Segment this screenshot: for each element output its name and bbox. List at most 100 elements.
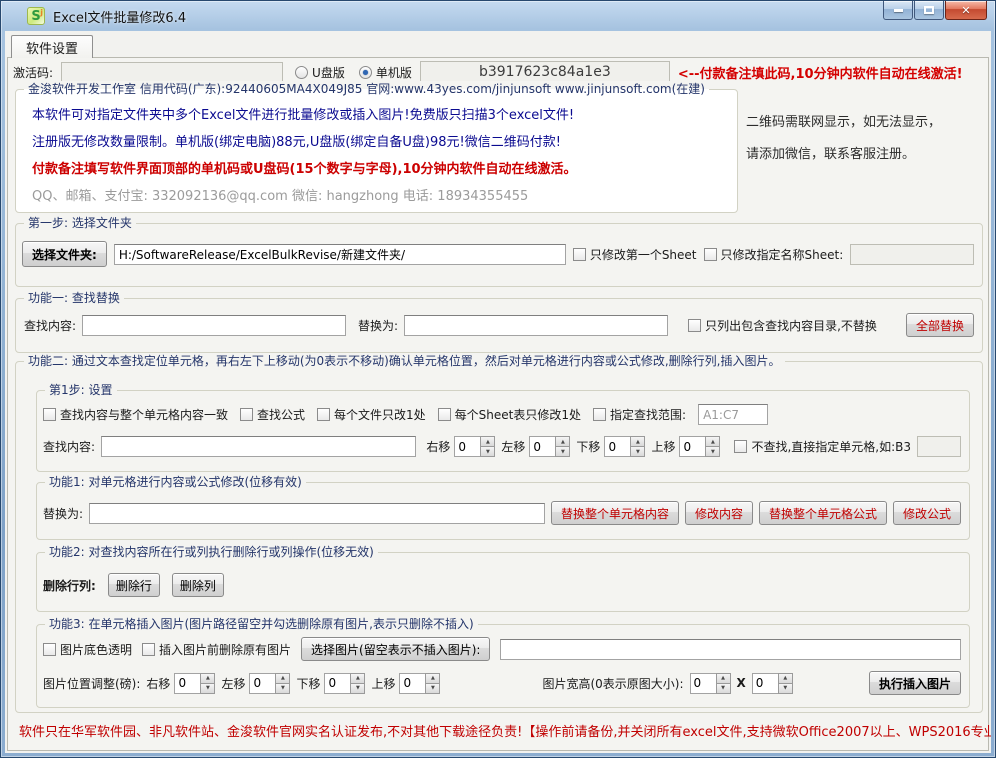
tab-software-settings[interactable]: 软件设置 [11, 35, 93, 58]
spin-up-icon[interactable]: ▲ [778, 673, 793, 684]
move-right-value[interactable] [454, 436, 480, 457]
replace-value-input[interactable] [89, 503, 545, 524]
spinner-arrows[interactable]: ▲▼ [555, 436, 570, 457]
move-down-spinner[interactable]: ▲▼ [604, 436, 645, 457]
search-range-checkbox[interactable]: 指定查找范围: [593, 406, 686, 423]
spinner-arrows[interactable]: ▲▼ [200, 673, 215, 694]
checkbox-icon[interactable] [573, 248, 586, 261]
move-down-value[interactable] [604, 436, 630, 457]
list-only-checkbox[interactable]: 只列出包含查找内容目录,不替换 [688, 317, 877, 334]
pic-move-left-value[interactable] [249, 673, 275, 694]
match-whole-cell-checkbox[interactable]: 查找内容与整个单元格内容一致 [43, 406, 228, 423]
spin-down-icon[interactable]: ▼ [425, 684, 440, 694]
spin-up-icon[interactable]: ▲ [425, 673, 440, 684]
named-sheet-input[interactable] [850, 244, 974, 265]
find-formula-checkbox[interactable]: 查找公式 [240, 406, 305, 423]
modify-content-button[interactable]: 修改内容 [685, 501, 753, 525]
move-up-value[interactable] [679, 436, 705, 457]
modify-formula-button[interactable]: 修改公式 [893, 501, 961, 525]
spin-up-icon[interactable]: ▲ [480, 436, 495, 447]
spin-down-icon[interactable]: ▼ [778, 684, 793, 694]
replace-cell-content-button[interactable]: 替换整个单元格内容 [551, 501, 679, 525]
delete-col-button[interactable]: 删除列 [172, 573, 224, 597]
spin-down-icon[interactable]: ▼ [480, 447, 495, 457]
checkbox-icon[interactable] [438, 408, 451, 421]
spinner-arrows[interactable]: ▲▼ [716, 673, 731, 694]
checkbox-icon[interactable] [142, 643, 155, 656]
pic-move-up-value[interactable] [399, 673, 425, 694]
move-up-spinner[interactable]: ▲▼ [679, 436, 720, 457]
cell-find-input[interactable] [101, 436, 416, 457]
spinner-arrows[interactable]: ▲▼ [705, 436, 720, 457]
spinner-arrows[interactable]: ▲▼ [350, 673, 365, 694]
only-first-sheet-checkbox[interactable]: 只修改第一个Sheet [573, 246, 697, 263]
checkbox-icon[interactable] [593, 408, 606, 421]
replace-all-button[interactable]: 全部替换 [906, 313, 974, 337]
spin-down-icon[interactable]: ▼ [200, 684, 215, 694]
maximize-button[interactable] [914, 1, 944, 20]
named-sheet-checkbox[interactable]: 只修改指定名称Sheet: [704, 246, 844, 263]
spin-down-icon[interactable]: ▼ [350, 684, 365, 694]
move-left-spinner[interactable]: ▲▼ [529, 436, 570, 457]
checkbox-icon[interactable] [317, 408, 330, 421]
find-content-input[interactable] [82, 315, 346, 336]
pic-move-up-spinner[interactable]: ▲▼ [399, 673, 440, 694]
activation-code-input[interactable] [61, 62, 283, 83]
select-folder-button[interactable]: 选择文件夹: [22, 241, 107, 267]
image-width-value[interactable] [690, 673, 716, 694]
spin-down-icon[interactable]: ▼ [555, 447, 570, 457]
move-right-spinner[interactable]: ▲▼ [454, 436, 495, 457]
once-per-sheet-checkbox[interactable]: 每个Sheet表只修改1处 [438, 406, 581, 423]
radio-icon[interactable] [295, 66, 308, 79]
image-path-input[interactable] [500, 639, 961, 660]
checkbox-icon[interactable] [43, 643, 56, 656]
direct-cell-input[interactable] [917, 436, 961, 457]
checkbox-icon[interactable] [704, 248, 717, 261]
search-range-input[interactable] [698, 404, 768, 425]
spin-up-icon[interactable]: ▲ [630, 436, 645, 447]
spinner-arrows[interactable]: ▲▼ [630, 436, 645, 457]
checkbox-icon[interactable] [240, 408, 253, 421]
transparent-bg-checkbox[interactable]: 图片底色透明 [43, 641, 132, 658]
pic-move-down-value[interactable] [324, 673, 350, 694]
spin-up-icon[interactable]: ▲ [555, 436, 570, 447]
pic-move-left-spinner[interactable]: ▲▼ [249, 673, 290, 694]
delete-old-image-checkbox[interactable]: 插入图片前删除原有图片 [142, 641, 291, 658]
image-height-spinner[interactable]: ▲▼ [752, 673, 793, 694]
spinner-arrows[interactable]: ▲▼ [275, 673, 290, 694]
replace-cell-formula-button[interactable]: 替换整个单元格公式 [759, 501, 887, 525]
once-per-file-checkbox[interactable]: 每个文件只改1处 [317, 406, 426, 423]
checkbox-icon[interactable] [43, 408, 56, 421]
pic-move-right-spinner[interactable]: ▲▼ [174, 673, 215, 694]
spin-up-icon[interactable]: ▲ [275, 673, 290, 684]
select-image-button[interactable]: 选择图片(留空表示不插入图片): [301, 637, 490, 661]
folder-path-input[interactable] [114, 244, 566, 265]
minimize-button[interactable] [883, 1, 913, 20]
spin-up-icon[interactable]: ▲ [705, 436, 720, 447]
spinner-arrows[interactable]: ▲▼ [425, 673, 440, 694]
checkbox-icon[interactable] [734, 440, 747, 453]
spin-down-icon[interactable]: ▼ [275, 684, 290, 694]
image-height-value[interactable] [752, 673, 778, 694]
delete-row-button[interactable]: 删除行 [108, 573, 160, 597]
usb-version-radio[interactable]: U盘版 [295, 64, 345, 81]
pic-move-down-spinner[interactable]: ▲▼ [324, 673, 365, 694]
pic-move-right-value[interactable] [174, 673, 200, 694]
close-button[interactable]: ✕ [945, 1, 987, 20]
spinner-arrows[interactable]: ▲▼ [778, 673, 793, 694]
spin-up-icon[interactable]: ▲ [350, 673, 365, 684]
spin-up-icon[interactable]: ▲ [716, 673, 731, 684]
spin-down-icon[interactable]: ▼ [705, 447, 720, 457]
checkbox-icon[interactable] [688, 319, 701, 332]
spin-down-icon[interactable]: ▼ [630, 447, 645, 457]
image-width-spinner[interactable]: ▲▼ [690, 673, 731, 694]
standalone-version-radio[interactable]: 单机版 [359, 64, 412, 81]
spin-down-icon[interactable]: ▼ [716, 684, 731, 694]
spinner-arrows[interactable]: ▲▼ [480, 436, 495, 457]
move-left-value[interactable] [529, 436, 555, 457]
radio-selected-icon[interactable] [359, 66, 372, 79]
execute-insert-button[interactable]: 执行插入图片 [869, 671, 961, 695]
spin-up-icon[interactable]: ▲ [200, 673, 215, 684]
replace-with-input[interactable] [404, 315, 668, 336]
direct-cell-checkbox[interactable]: 不查找,直接指定单元格,如:B3 [734, 438, 911, 455]
